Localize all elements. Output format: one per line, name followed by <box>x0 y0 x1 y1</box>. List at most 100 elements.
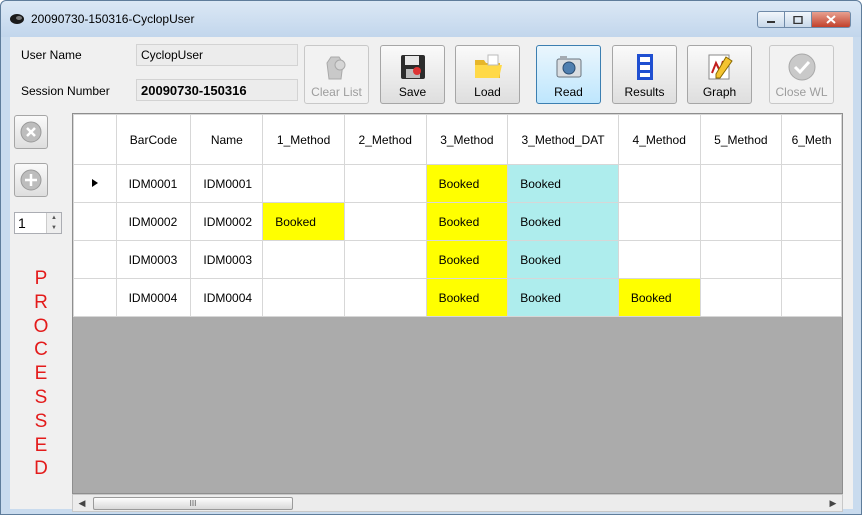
row-selector[interactable] <box>73 240 117 279</box>
close-wl-label: Close WL <box>775 85 828 99</box>
save-label: Save <box>398 85 427 99</box>
table-cell[interactable]: Booked <box>617 278 701 317</box>
table-cell[interactable] <box>343 202 427 241</box>
table-cell[interactable] <box>343 278 427 317</box>
table-cell[interactable] <box>262 240 345 279</box>
table-cell[interactable] <box>699 164 783 203</box>
table-cell[interactable] <box>343 240 427 279</box>
table-cell[interactable]: IDM0002 <box>190 202 264 241</box>
processed-letter: S <box>34 410 48 432</box>
row-header-corner <box>73 114 117 165</box>
save-button[interactable]: Save <box>380 45 445 104</box>
table-cell[interactable]: IDM0002 <box>115 202 192 241</box>
clear-list-icon <box>326 56 346 80</box>
table-cell[interactable] <box>699 240 783 279</box>
remove-row-button[interactable] <box>14 115 48 149</box>
row-count-spinner[interactable]: 1 ▲ ▼ <box>14 212 62 234</box>
spinner-value: 1 <box>18 215 26 231</box>
column-header[interactable]: 2_Method <box>343 114 427 165</box>
table-cell[interactable] <box>343 164 427 203</box>
read-label: Read <box>554 85 583 99</box>
read-button[interactable]: Read <box>536 45 601 104</box>
table-cell[interactable]: IDM0003 <box>115 240 192 279</box>
session-number-field[interactable]: 20090730-150316 <box>136 79 298 101</box>
processed-letter: R <box>34 291 48 313</box>
table-cell[interactable]: Booked <box>425 164 509 203</box>
table-cell[interactable] <box>617 164 701 203</box>
table-cell[interactable]: IDM0001 <box>190 164 264 203</box>
row-selector[interactable] <box>73 278 117 317</box>
table-cell[interactable]: Booked <box>507 278 619 317</box>
scroll-left-icon[interactable]: ◀ <box>75 496 89 510</box>
table-row[interactable]: IDM0003 IDM0003 Booked Booked <box>73 240 842 279</box>
clear-list-button[interactable]: Clear List <box>304 45 369 104</box>
table-row[interactable]: IDM0004 IDM0004 Booked Booked Booked <box>73 278 842 317</box>
table-cell[interactable]: Booked <box>507 164 619 203</box>
table-cell[interactable] <box>781 164 842 203</box>
horizontal-scrollbar[interactable]: ◀ III ▶ <box>72 494 843 512</box>
column-header[interactable]: 5_Method <box>699 114 783 165</box>
table-cell[interactable]: Booked <box>425 278 509 317</box>
column-header[interactable]: 4_Method <box>617 114 701 165</box>
results-label: Results <box>624 85 665 99</box>
column-header[interactable]: 1_Method <box>262 114 345 165</box>
app-icon <box>10 14 24 24</box>
load-button[interactable]: Load <box>455 45 520 104</box>
table-row[interactable]: IDM0001 IDM0001 Booked Booked <box>73 164 842 203</box>
table-row[interactable]: IDM0002 IDM0002 Booked Booked Booked <box>73 202 842 241</box>
add-row-button[interactable] <box>14 163 48 197</box>
title-bar[interactable]: 20090730-150316-CyclopUser <box>1 1 861 37</box>
worklist-grid[interactable]: BarCode Name 1_Method 2_Method 3_Method … <box>72 113 843 494</box>
spinner-down-icon[interactable]: ▼ <box>47 223 61 233</box>
scroll-right-icon[interactable]: ▶ <box>826 496 840 510</box>
column-header[interactable]: BarCode <box>115 114 192 165</box>
client-area: User Name CyclopUser Session Number 2009… <box>10 37 853 512</box>
user-name-field[interactable]: CyclopUser <box>136 44 298 66</box>
table-cell[interactable]: IDM0003 <box>190 240 264 279</box>
results-button[interactable]: Results <box>612 45 677 104</box>
table-cell[interactable] <box>699 278 783 317</box>
close-window-button[interactable] <box>811 11 851 28</box>
column-header[interactable]: 3_Method <box>425 114 509 165</box>
table-cell[interactable]: Booked <box>262 202 345 241</box>
load-label: Load <box>474 85 501 99</box>
table-cell[interactable]: Booked <box>507 240 619 279</box>
processed-letter: E <box>34 434 48 456</box>
folder-icon <box>475 54 502 78</box>
graph-button[interactable]: Graph <box>687 45 752 104</box>
table-cell[interactable]: IDM0004 <box>190 278 264 317</box>
table-cell[interactable]: IDM0001 <box>115 164 192 203</box>
column-header[interactable]: 6_Meth <box>781 114 842 165</box>
worklist-table: BarCode Name 1_Method 2_Method 3_Method … <box>73 114 842 317</box>
table-cell[interactable]: Booked <box>425 240 509 279</box>
app-window: 20090730-150316-CyclopUser User Name Cyc… <box>0 0 862 515</box>
window-title: 20090730-150316-CyclopUser <box>31 12 195 26</box>
column-header[interactable]: 3_Method_DAT <box>507 114 619 165</box>
spinner-up-icon[interactable]: ▲ <box>47 213 61 223</box>
table-cell[interactable]: Booked <box>425 202 509 241</box>
table-cell[interactable] <box>781 278 842 317</box>
table-cell[interactable]: IDM0004 <box>115 278 192 317</box>
table-cell[interactable] <box>781 240 842 279</box>
maximize-button[interactable] <box>784 11 811 28</box>
column-header[interactable]: Name <box>190 114 264 165</box>
table-cell[interactable] <box>699 202 783 241</box>
floppy-disk-icon <box>401 55 425 79</box>
close-wl-button[interactable]: Close WL <box>769 45 834 104</box>
processed-letter: P <box>34 268 48 289</box>
processed-letter: D <box>34 458 48 480</box>
table-cell[interactable] <box>262 164 345 203</box>
table-cell[interactable] <box>781 202 842 241</box>
row-selector[interactable] <box>73 164 117 203</box>
add-icon <box>20 169 42 191</box>
scroll-thumb[interactable]: III <box>93 497 293 510</box>
table-cell[interactable] <box>262 278 345 317</box>
processed-letter: C <box>34 339 48 361</box>
row-selector[interactable] <box>73 202 117 241</box>
remove-icon <box>20 121 42 143</box>
table-cell[interactable]: Booked <box>507 202 619 241</box>
processed-status: P R O C E S S E D <box>30 267 52 481</box>
table-cell[interactable] <box>617 240 701 279</box>
minimize-button[interactable] <box>757 11 784 28</box>
table-cell[interactable] <box>617 202 701 241</box>
